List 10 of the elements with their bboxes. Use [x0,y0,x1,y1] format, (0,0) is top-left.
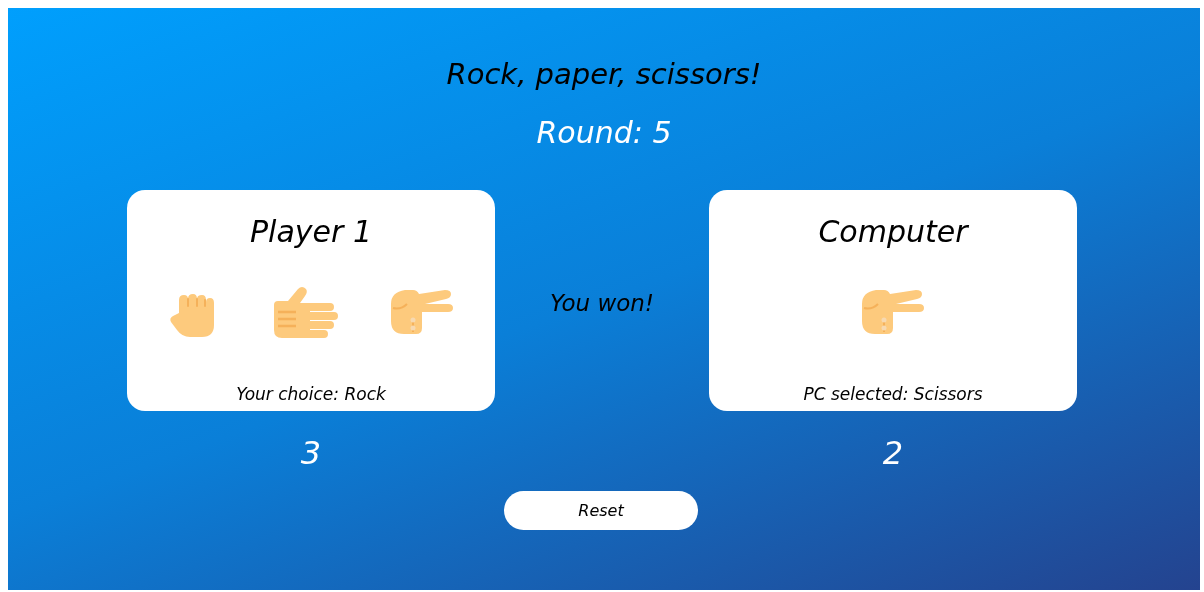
score: 3 [300,433,322,473]
result-message: You won! [548,289,656,318]
player-name: Player 1 [250,213,372,251]
round-counter: Round: 5 [536,114,672,152]
score: 2 [882,433,904,473]
game-title: Rock, paper, scissors! [446,56,762,92]
player-name: Computer [818,213,968,251]
reset-button[interactable]: Reset [504,491,698,530]
choice-caption: Your choice: Rock [236,383,386,406]
choice-caption: PC selected: Scissors [803,383,983,406]
